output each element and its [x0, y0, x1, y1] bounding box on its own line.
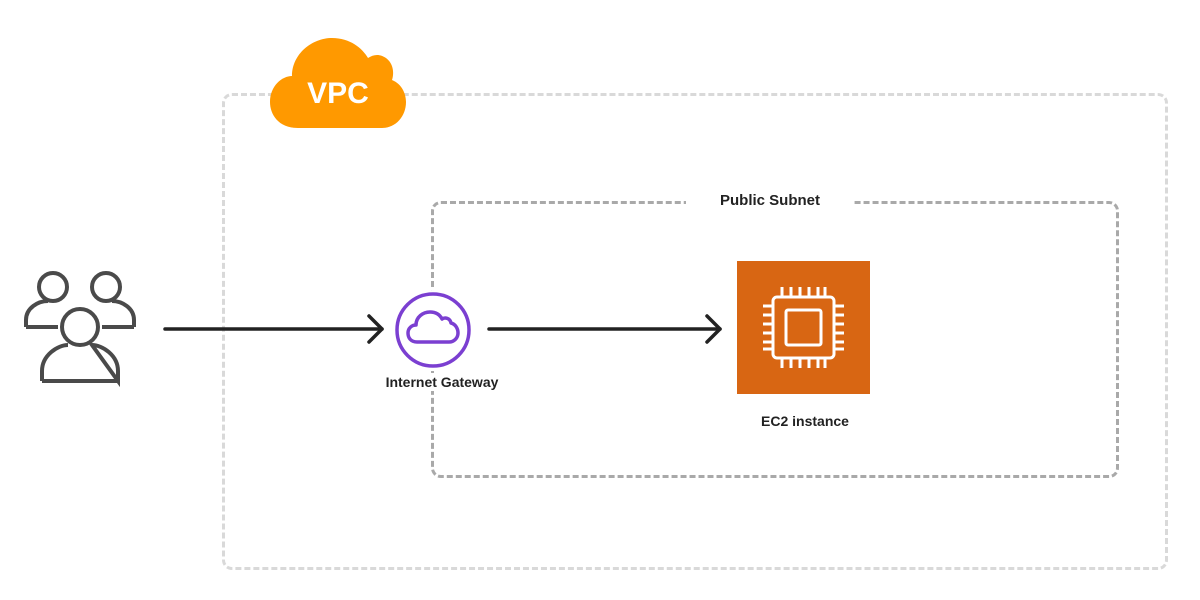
ec2-instance-label: EC2 instance — [761, 413, 849, 429]
internet-gateway-cloud-icon — [395, 292, 471, 368]
connections — [163, 314, 722, 344]
internet-gateway-node — [393, 290, 473, 370]
users-icon — [24, 271, 136, 388]
ec2-chip-icon — [737, 261, 870, 394]
internet-gateway-label: Internet Gateway — [362, 373, 522, 391]
arrow-igw-to-ec2 — [487, 314, 722, 344]
arrow-users-to-igw — [163, 314, 384, 344]
